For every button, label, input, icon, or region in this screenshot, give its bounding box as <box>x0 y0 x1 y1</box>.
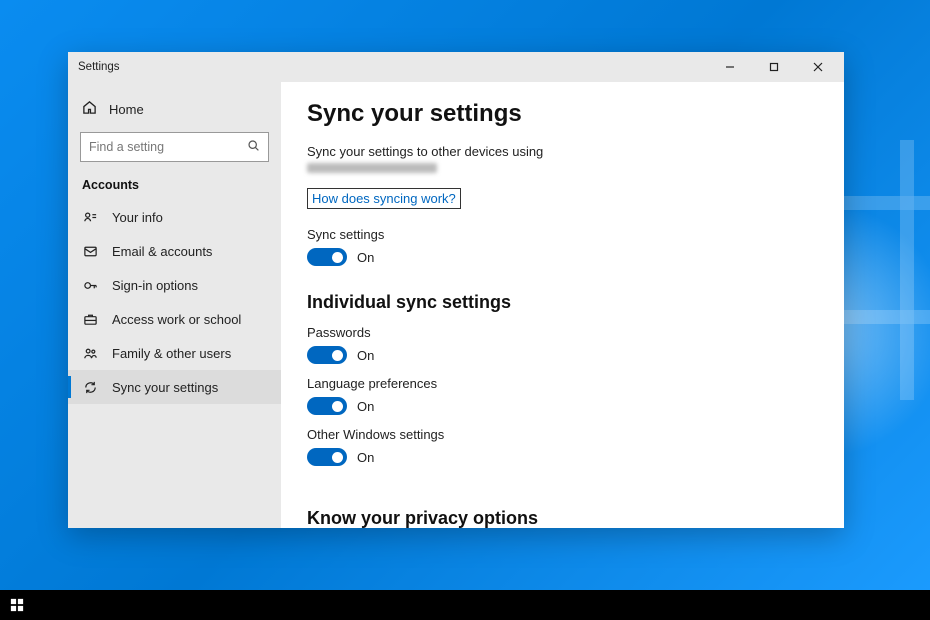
intro-text: Sync your settings to other devices usin… <box>307 144 818 159</box>
briefcase-icon <box>82 311 98 327</box>
titlebar[interactable]: Settings <box>68 52 844 82</box>
maximize-button[interactable] <box>752 52 796 82</box>
person-card-icon <box>82 209 98 225</box>
sync-settings-toggle[interactable] <box>307 248 347 266</box>
sidebar-item-label: Family & other users <box>112 346 231 361</box>
sidebar: Home Find a setting Accounts Your info E… <box>68 82 281 528</box>
opt-passwords-toggle[interactable] <box>307 346 347 364</box>
sidebar-item-your-info[interactable]: Your info <box>68 200 281 234</box>
taskbar[interactable] <box>0 590 930 620</box>
home-icon <box>82 100 97 118</box>
sidebar-item-signin-options[interactable]: Sign-in options <box>68 268 281 302</box>
sidebar-item-access-work-school[interactable]: Access work or school <box>68 302 281 336</box>
settings-window: Settings Home Find a setting Accounts <box>68 52 844 528</box>
privacy-heading: Know your privacy options <box>307 508 818 528</box>
sidebar-item-label: Access work or school <box>112 312 241 327</box>
sync-settings-label: Sync settings <box>307 227 818 242</box>
sidebar-item-sync-settings[interactable]: Sync your settings <box>68 370 281 404</box>
opt-language-label: Language preferences <box>307 376 818 391</box>
nav-home[interactable]: Home <box>68 94 281 124</box>
people-icon <box>82 345 98 361</box>
opt-passwords-state: On <box>357 348 374 363</box>
minimize-button[interactable] <box>708 52 752 82</box>
mail-icon <box>82 243 98 259</box>
nav-home-label: Home <box>109 102 144 117</box>
individual-sync-heading: Individual sync settings <box>307 292 818 313</box>
windows-logo-icon <box>10 598 24 612</box>
how-syncing-works-link[interactable]: How does syncing work? <box>307 188 461 209</box>
sidebar-item-label: Email & accounts <box>112 244 212 259</box>
sidebar-item-label: Your info <box>112 210 163 225</box>
sync-icon <box>82 379 98 395</box>
opt-other-windows-toggle[interactable] <box>307 448 347 466</box>
opt-language-state: On <box>357 399 374 414</box>
page-title: Sync your settings <box>307 100 818 128</box>
opt-language-toggle[interactable] <box>307 397 347 415</box>
window-title: Settings <box>78 61 120 73</box>
key-icon <box>82 277 98 293</box>
sidebar-item-label: Sync your settings <box>112 380 218 395</box>
sidebar-item-email-accounts[interactable]: Email & accounts <box>68 234 281 268</box>
search-input[interactable]: Find a setting <box>80 132 269 162</box>
opt-other-windows-label: Other Windows settings <box>307 427 818 442</box>
sidebar-item-label: Sign-in options <box>112 278 198 293</box>
opt-passwords-label: Passwords <box>307 325 818 340</box>
account-email-redacted <box>307 163 437 173</box>
sync-settings-state: On <box>357 250 374 265</box>
sidebar-item-family-users[interactable]: Family & other users <box>68 336 281 370</box>
search-placeholder: Find a setting <box>89 140 247 154</box>
close-button[interactable] <box>796 52 840 82</box>
opt-other-windows-state: On <box>357 450 374 465</box>
start-button[interactable] <box>0 590 34 620</box>
main-content: Sync your settings Sync your settings to… <box>281 82 844 528</box>
sidebar-section-accounts: Accounts <box>68 172 281 200</box>
search-icon <box>247 139 260 155</box>
